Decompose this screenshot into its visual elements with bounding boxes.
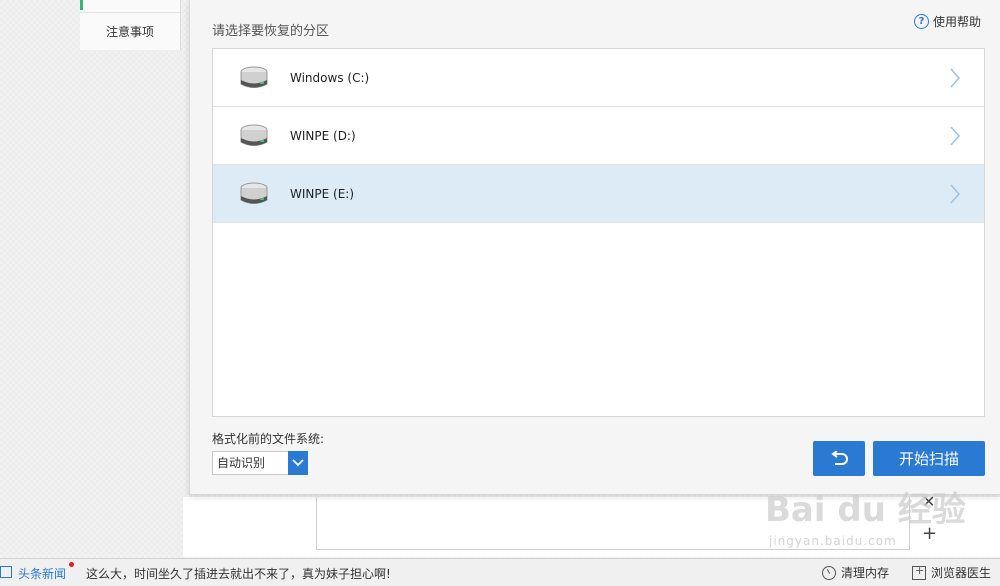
newspaper-icon	[0, 566, 12, 578]
left-nav: 注意事项	[80, 0, 181, 50]
partition-label: WINPE (E:)	[290, 186, 355, 201]
chevron-right-icon	[950, 68, 961, 88]
filesystem-select-value: 自动识别	[212, 451, 288, 475]
partition-label: Windows (C:)	[290, 70, 370, 85]
undo-arrow-icon	[831, 450, 848, 465]
chevron-right-icon	[950, 184, 961, 204]
help-label: 使用帮助	[932, 15, 981, 29]
hard-drive-icon	[240, 66, 268, 88]
partition-row-d[interactable]: WINPE (D:)	[213, 107, 984, 165]
help-link[interactable]: ? 使用帮助	[913, 13, 981, 30]
hard-drive-icon	[240, 182, 268, 204]
chevron-right-icon	[950, 126, 961, 146]
browser-doctor-label: 浏览器医生	[931, 566, 992, 580]
dialog-heading: 请选择要恢复的分区	[212, 24, 330, 39]
close-icon[interactable]: ✕	[922, 492, 935, 511]
medkit-icon	[912, 564, 926, 580]
clean-memory-button[interactable]: 清理内存	[822, 564, 889, 581]
start-scan-button[interactable]: 开始扫描	[873, 441, 985, 476]
nav-item-notes[interactable]: 注意事项	[80, 12, 180, 51]
browser-doctor-button[interactable]: 浏览器医生	[912, 564, 991, 581]
gauge-icon	[822, 565, 836, 580]
partition-recovery-dialog: 请选择要恢复的分区 ? 使用帮助 Windows (C:) WINPE (D:)…	[189, 0, 1000, 495]
news-headline[interactable]: 这么大，时间坐久了插进去就出不来了，真为妹子担心啊!	[86, 565, 391, 582]
partition-row-c[interactable]: Windows (C:)	[213, 49, 984, 107]
partition-row-e[interactable]: WINPE (E:)	[213, 165, 984, 223]
partition-label: WINPE (D:)	[290, 128, 356, 143]
back-button[interactable]	[813, 441, 865, 476]
news-label[interactable]: 头条新闻	[18, 565, 66, 582]
lower-panel	[316, 497, 910, 550]
partition-list: Windows (C:) WINPE (D:) WINPE (E:)	[212, 48, 985, 417]
notification-dot	[69, 562, 74, 567]
nav-active-indicator	[80, 0, 83, 10]
question-circle-icon: ?	[913, 14, 929, 29]
clean-memory-label: 清理内存	[841, 566, 890, 580]
plus-icon[interactable]: +	[922, 523, 937, 544]
status-bar: 头条新闻 这么大，时间坐久了插进去就出不来了，真为妹子担心啊! 清理内存 浏览器…	[0, 558, 1000, 586]
hard-drive-icon	[240, 124, 268, 146]
chevron-down-icon	[288, 451, 308, 475]
filesystem-select[interactable]: 自动识别	[212, 451, 308, 475]
filesystem-label: 格式化前的文件系统:	[212, 432, 325, 446]
